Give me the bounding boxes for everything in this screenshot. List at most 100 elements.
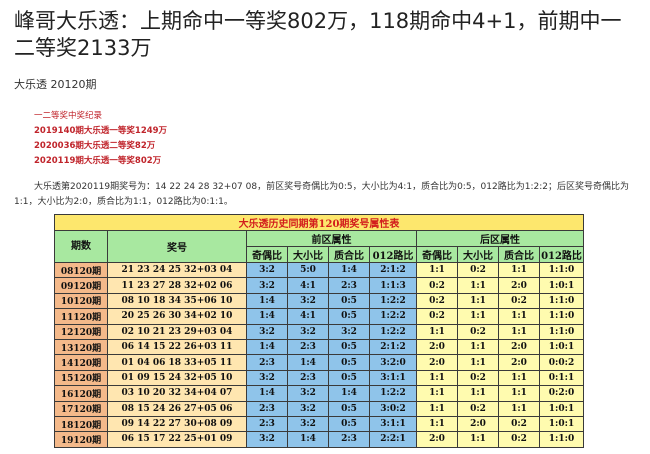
table-row: 13120期 06 14 15 22 26+03 11 1:4 2:3 0:5 2:1:2… bbox=[54, 338, 584, 356]
number-cell: 11 23 27 28 32+02 06 bbox=[107, 277, 247, 294]
back-012-route-cell: 1:1:0 bbox=[539, 308, 584, 325]
table-row: 15120期 01 09 15 24 32+05 10 3:2 2:3 0:5 3:1:1… bbox=[54, 369, 584, 387]
period-cell: 16120期 bbox=[54, 385, 108, 402]
back-big-small-cell: 1:1 bbox=[457, 292, 499, 310]
back-odd-even-cell: 1:1 bbox=[416, 323, 458, 340]
period-cell: 17120期 bbox=[54, 400, 108, 417]
front-big-small-header: 大小比 bbox=[287, 246, 329, 263]
back-big-small-cell: 1:1 bbox=[457, 277, 499, 294]
back-012-route-header: 012路比 bbox=[539, 246, 584, 263]
front-big-small-cell: 3:2 bbox=[287, 323, 329, 340]
back-odd-even-cell: 1:1 bbox=[416, 415, 458, 433]
number-cell: 06 15 17 22 25+01 09 bbox=[107, 431, 247, 448]
period-cell: 11120期 bbox=[54, 308, 108, 325]
number-cell: 09 14 22 27 30+08 09 bbox=[107, 415, 247, 433]
front-012-route-cell: 1:1:3 bbox=[369, 277, 417, 294]
back-012-route-cell: 0:2:0 bbox=[539, 385, 584, 402]
front-prime-composite-cell: 0:5 bbox=[328, 308, 370, 325]
back-012-route-cell: 1:0:1 bbox=[539, 277, 584, 294]
article-title: 峰哥大乐透：上期命中一等奖802万，118期命中4+1，前期中一二等奖2133万 bbox=[14, 9, 622, 60]
front-odd-even-cell: 3:2 bbox=[246, 277, 288, 294]
back-012-route-cell: 1:1:0 bbox=[539, 431, 584, 448]
back-prime-composite-cell: 2:0 bbox=[498, 338, 540, 356]
period-cell: 12120期 bbox=[54, 323, 108, 340]
front-012-route-cell: 3:0:2 bbox=[369, 400, 417, 417]
front-012-route-header: 012路比 bbox=[369, 246, 417, 263]
record-item: 2020036期大乐透二等奖82万 bbox=[34, 141, 156, 151]
number-cell: 02 10 21 23 29+03 04 bbox=[107, 323, 247, 340]
table-row: 12120期 02 10 21 23 29+03 04 3:2 3:2 3:2 1:2:2… bbox=[54, 323, 584, 340]
front-012-route-cell: 3:1:1 bbox=[369, 369, 417, 387]
back-prime-composite-header: 质合比 bbox=[498, 246, 540, 263]
back-012-route-cell: 1:1:0 bbox=[539, 261, 584, 279]
front-attributes-header: 前区属性 bbox=[246, 230, 417, 247]
front-odd-even-cell: 1:4 bbox=[246, 385, 288, 402]
period-cell: 19120期 bbox=[54, 431, 108, 448]
back-odd-even-cell: 1:1 bbox=[416, 385, 458, 402]
back-012-route-cell: 1:1:0 bbox=[539, 323, 584, 340]
back-big-small-header: 大小比 bbox=[457, 246, 499, 263]
back-odd-even-cell: 1:1 bbox=[416, 400, 458, 417]
front-odd-even-cell: 2:3 bbox=[246, 415, 288, 433]
history-table-container: 大乐透历史同期第120期奖号属性表 期数 奖号 前区属性 后区属性 奇偶比 大小… bbox=[54, 214, 584, 448]
front-012-route-cell: 1:2:2 bbox=[369, 292, 417, 310]
front-012-route-cell: 3:2:0 bbox=[369, 354, 417, 371]
front-big-small-cell: 3:2 bbox=[287, 415, 329, 433]
back-big-small-cell: 1:1 bbox=[457, 338, 499, 356]
front-prime-composite-cell: 0:5 bbox=[328, 369, 370, 387]
back-attributes-header: 后区属性 bbox=[416, 230, 584, 247]
front-odd-even-cell: 3:2 bbox=[246, 323, 288, 340]
back-prime-composite-cell: 0:2 bbox=[498, 292, 540, 310]
back-012-route-cell: 0:1:1 bbox=[539, 369, 584, 387]
table-row: 10120期 08 10 18 34 35+06 10 1:4 3:2 0:5 1:2:2… bbox=[54, 292, 584, 310]
table-row: 16120期 03 10 20 32 34+04 07 1:4 3:2 1:4 1:2:2… bbox=[54, 385, 584, 402]
table-row: 14120期 01 04 06 18 33+05 11 2:3 1:4 0:5 3:2:0… bbox=[54, 354, 584, 371]
number-cell: 21 23 24 25 32+03 04 bbox=[107, 261, 247, 279]
front-odd-even-header: 奇偶比 bbox=[246, 246, 288, 263]
front-012-route-cell: 3:1:1 bbox=[369, 415, 417, 433]
record-item: 2019140期大乐透一等奖1249万 bbox=[34, 126, 168, 136]
front-odd-even-cell: 3:2 bbox=[246, 431, 288, 448]
front-012-route-cell: 2:1:2 bbox=[369, 338, 417, 356]
front-odd-even-cell: 2:3 bbox=[246, 354, 288, 371]
issue-subtitle: 大乐透 20120期 bbox=[14, 78, 97, 91]
period-cell: 09120期 bbox=[54, 277, 108, 294]
front-prime-composite-cell: 2:3 bbox=[328, 277, 370, 294]
front-012-route-cell: 1:2:2 bbox=[369, 308, 417, 325]
front-big-small-cell: 2:3 bbox=[287, 369, 329, 387]
back-odd-even-cell: 2:0 bbox=[416, 354, 458, 371]
back-big-small-cell: 0:2 bbox=[457, 261, 499, 279]
front-odd-even-cell: 2:3 bbox=[246, 400, 288, 417]
number-column-header: 奖号 bbox=[107, 230, 247, 263]
table-body: 08120期 21 23 24 25 32+03 04 3:2 5:0 1:4 2:1:2… bbox=[54, 261, 584, 448]
period-column-header: 期数 bbox=[54, 230, 108, 263]
number-cell: 06 14 15 22 26+03 11 bbox=[107, 338, 247, 356]
front-odd-even-cell: 1:4 bbox=[246, 308, 288, 325]
records-heading: 一二等奖中奖纪录 bbox=[34, 111, 103, 121]
table-row: 19120期 06 15 17 22 25+01 09 3:2 1:4 2:3 2:2:1… bbox=[54, 431, 584, 448]
front-012-route-cell: 1:2:2 bbox=[369, 323, 417, 340]
back-odd-even-header: 奇偶比 bbox=[416, 246, 458, 263]
front-big-small-cell: 1:4 bbox=[287, 431, 329, 448]
back-odd-even-cell: 0:2 bbox=[416, 292, 458, 310]
front-prime-composite-cell: 0:5 bbox=[328, 292, 370, 310]
front-big-small-cell: 5:0 bbox=[287, 261, 329, 279]
front-big-small-cell: 2:3 bbox=[287, 338, 329, 356]
front-big-small-cell: 3:2 bbox=[287, 385, 329, 402]
front-big-small-cell: 1:4 bbox=[287, 354, 329, 371]
front-012-route-cell: 1:2:2 bbox=[369, 385, 417, 402]
back-012-route-cell: 1:0:1 bbox=[539, 338, 584, 356]
front-big-small-cell: 3:2 bbox=[287, 292, 329, 310]
back-012-route-cell: 1:0:1 bbox=[539, 415, 584, 433]
back-prime-composite-cell: 1:1 bbox=[498, 400, 540, 417]
front-odd-even-cell: 3:2 bbox=[246, 369, 288, 387]
back-big-small-cell: 2:0 bbox=[457, 415, 499, 433]
back-big-small-cell: 1:1 bbox=[457, 354, 499, 371]
analysis-paragraph: 大乐透第2020119期奖号为：14 22 24 28 32+07 08，前区奖… bbox=[14, 182, 629, 207]
back-odd-even-cell: 1:1 bbox=[416, 261, 458, 279]
period-cell: 08120期 bbox=[54, 261, 108, 279]
number-cell: 08 15 24 26 27+05 06 bbox=[107, 400, 247, 417]
front-012-route-cell: 2:1:2 bbox=[369, 261, 417, 279]
back-big-small-cell: 0:2 bbox=[457, 323, 499, 340]
table-caption: 大乐透历史同期第120期奖号属性表 bbox=[54, 214, 584, 231]
